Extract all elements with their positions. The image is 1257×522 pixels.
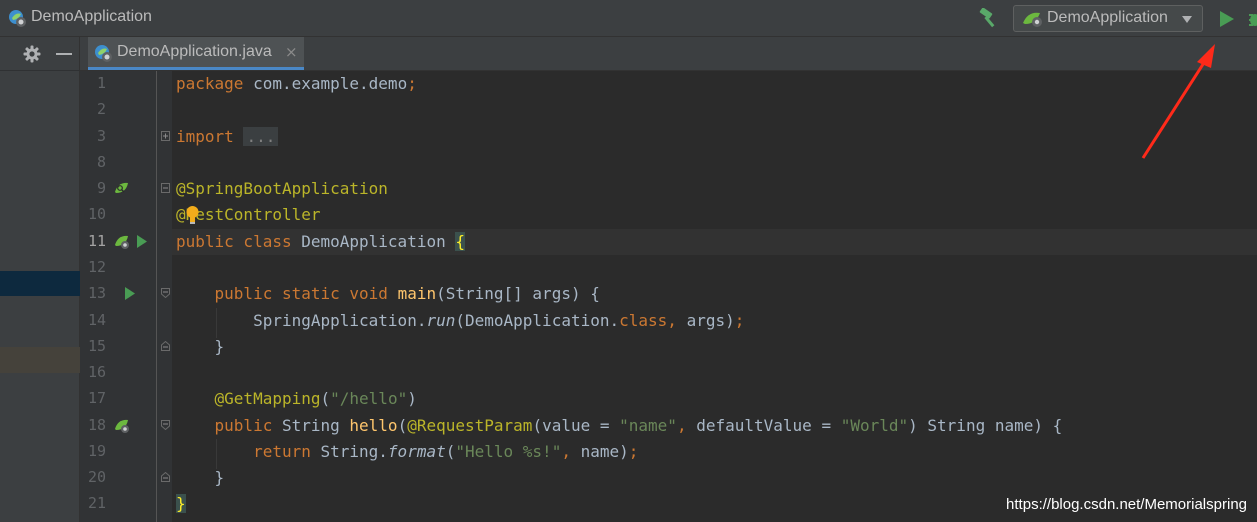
line-number: 15 xyxy=(87,337,106,355)
debug-icon[interactable] xyxy=(1247,10,1257,28)
run-configuration-dropdown[interactable]: DemoApplication xyxy=(1013,5,1203,32)
line-number: 19 xyxy=(87,442,106,460)
spring-boot-config-icon xyxy=(1023,12,1042,27)
code-line: 9 @SpringBootApplication xyxy=(80,176,1257,202)
line-number: 21 xyxy=(87,494,106,512)
build-hammer-icon[interactable] xyxy=(978,8,1000,28)
spring-bean-icon[interactable] xyxy=(114,234,130,250)
run-configuration-label: DemoApplication xyxy=(1047,9,1168,26)
code-text: } xyxy=(176,337,225,356)
close-icon[interactable]: × xyxy=(285,43,298,61)
window-title: DemoApplication xyxy=(31,8,152,25)
editor-tab-bar: DemoApplication.java × xyxy=(80,37,1257,71)
code-line: 8 xyxy=(80,150,1257,176)
fold-icon[interactable] xyxy=(161,183,170,193)
line-number: 16 xyxy=(87,363,106,381)
code-line: 2 xyxy=(80,97,1257,123)
line-number: 11 xyxy=(87,232,106,250)
code-line: 12 xyxy=(80,255,1257,281)
code-line: 11 public class DemoApplication { xyxy=(80,229,1257,255)
project-tree-highlighted-row[interactable] xyxy=(0,347,80,373)
spring-class-icon xyxy=(95,45,112,62)
code-line: 18 public String hello(@RequestParam(val… xyxy=(80,413,1257,439)
code-line: 16 xyxy=(80,360,1257,386)
line-number: 12 xyxy=(87,258,106,276)
line-number: 14 xyxy=(87,311,106,329)
chevron-down-icon xyxy=(1182,16,1192,23)
code-text: public class DemoApplication { xyxy=(176,232,465,251)
spring-bean-icon[interactable] xyxy=(114,418,130,434)
run-gutter-icon[interactable] xyxy=(125,287,135,300)
code-line: 10 @RestController xyxy=(80,202,1257,228)
code-editor[interactable]: 1 package com.example.demo; 2 3 import .… xyxy=(80,71,1257,522)
line-number: 10 xyxy=(87,205,106,223)
code-text: } xyxy=(176,468,225,487)
code-text: public String hello(@RequestParam(value … xyxy=(214,416,1063,435)
run-icon[interactable] xyxy=(1219,10,1235,28)
line-number: 17 xyxy=(87,389,106,407)
fold-icon[interactable] xyxy=(161,420,170,430)
code-text: } xyxy=(176,494,186,513)
code-line: 17 @GetMapping("/hello") xyxy=(80,386,1257,412)
project-tree-selected-row[interactable] xyxy=(0,271,80,296)
fold-icon[interactable] xyxy=(161,341,170,351)
spring-app-icon xyxy=(9,10,26,27)
code-line: 3 import ... xyxy=(80,124,1257,150)
code-line: 14 SpringApplication.run(DemoApplication… xyxy=(80,308,1257,334)
line-number: 20 xyxy=(87,468,106,486)
line-number: 2 xyxy=(96,100,106,118)
code-line: 20 } xyxy=(80,465,1257,491)
title-bar: DemoApplication DemoApplication xyxy=(0,0,1257,37)
line-number: 18 xyxy=(87,416,106,434)
line-number: 3 xyxy=(96,127,106,145)
code-text: return String.format("Hello %s!", name); xyxy=(253,442,639,461)
code-text: SpringApplication.run(DemoApplication.cl… xyxy=(176,311,745,330)
watermark: https://blog.csdn.net/Memorialspring xyxy=(1006,496,1247,513)
minimize-icon[interactable] xyxy=(56,53,72,55)
line-number: 9 xyxy=(96,179,106,197)
code-text: public static void main(String[] args) { xyxy=(214,284,600,303)
code-line: 19 return String.format("Hello %s!", nam… xyxy=(80,439,1257,465)
run-gutter-icon[interactable] xyxy=(137,235,147,248)
code-line: 15 } xyxy=(80,334,1257,360)
tab-demoapplication-java[interactable]: DemoApplication.java × xyxy=(88,37,304,70)
fold-icon[interactable] xyxy=(161,288,170,298)
tab-label: DemoApplication.java xyxy=(117,43,272,60)
spring-bean-icon[interactable] xyxy=(114,181,130,197)
line-number: 13 xyxy=(87,284,106,302)
project-panel xyxy=(0,37,80,522)
fold-icon[interactable] xyxy=(161,472,170,482)
code-line: 13 public static void main(String[] args… xyxy=(80,281,1257,307)
code-line: 1 package com.example.demo; xyxy=(80,71,1257,97)
code-text: @GetMapping("/hello") xyxy=(214,389,417,408)
project-panel-header xyxy=(0,37,80,71)
code-text: @SpringBootApplication xyxy=(176,179,388,198)
code-text: package com.example.demo; xyxy=(176,74,417,93)
intention-bulb-icon[interactable] xyxy=(186,205,199,224)
gear-icon[interactable] xyxy=(23,45,41,63)
code-text: import ... xyxy=(176,127,279,146)
line-number: 8 xyxy=(96,153,106,171)
line-number: 1 xyxy=(96,74,106,92)
fold-icon[interactable] xyxy=(161,131,170,141)
